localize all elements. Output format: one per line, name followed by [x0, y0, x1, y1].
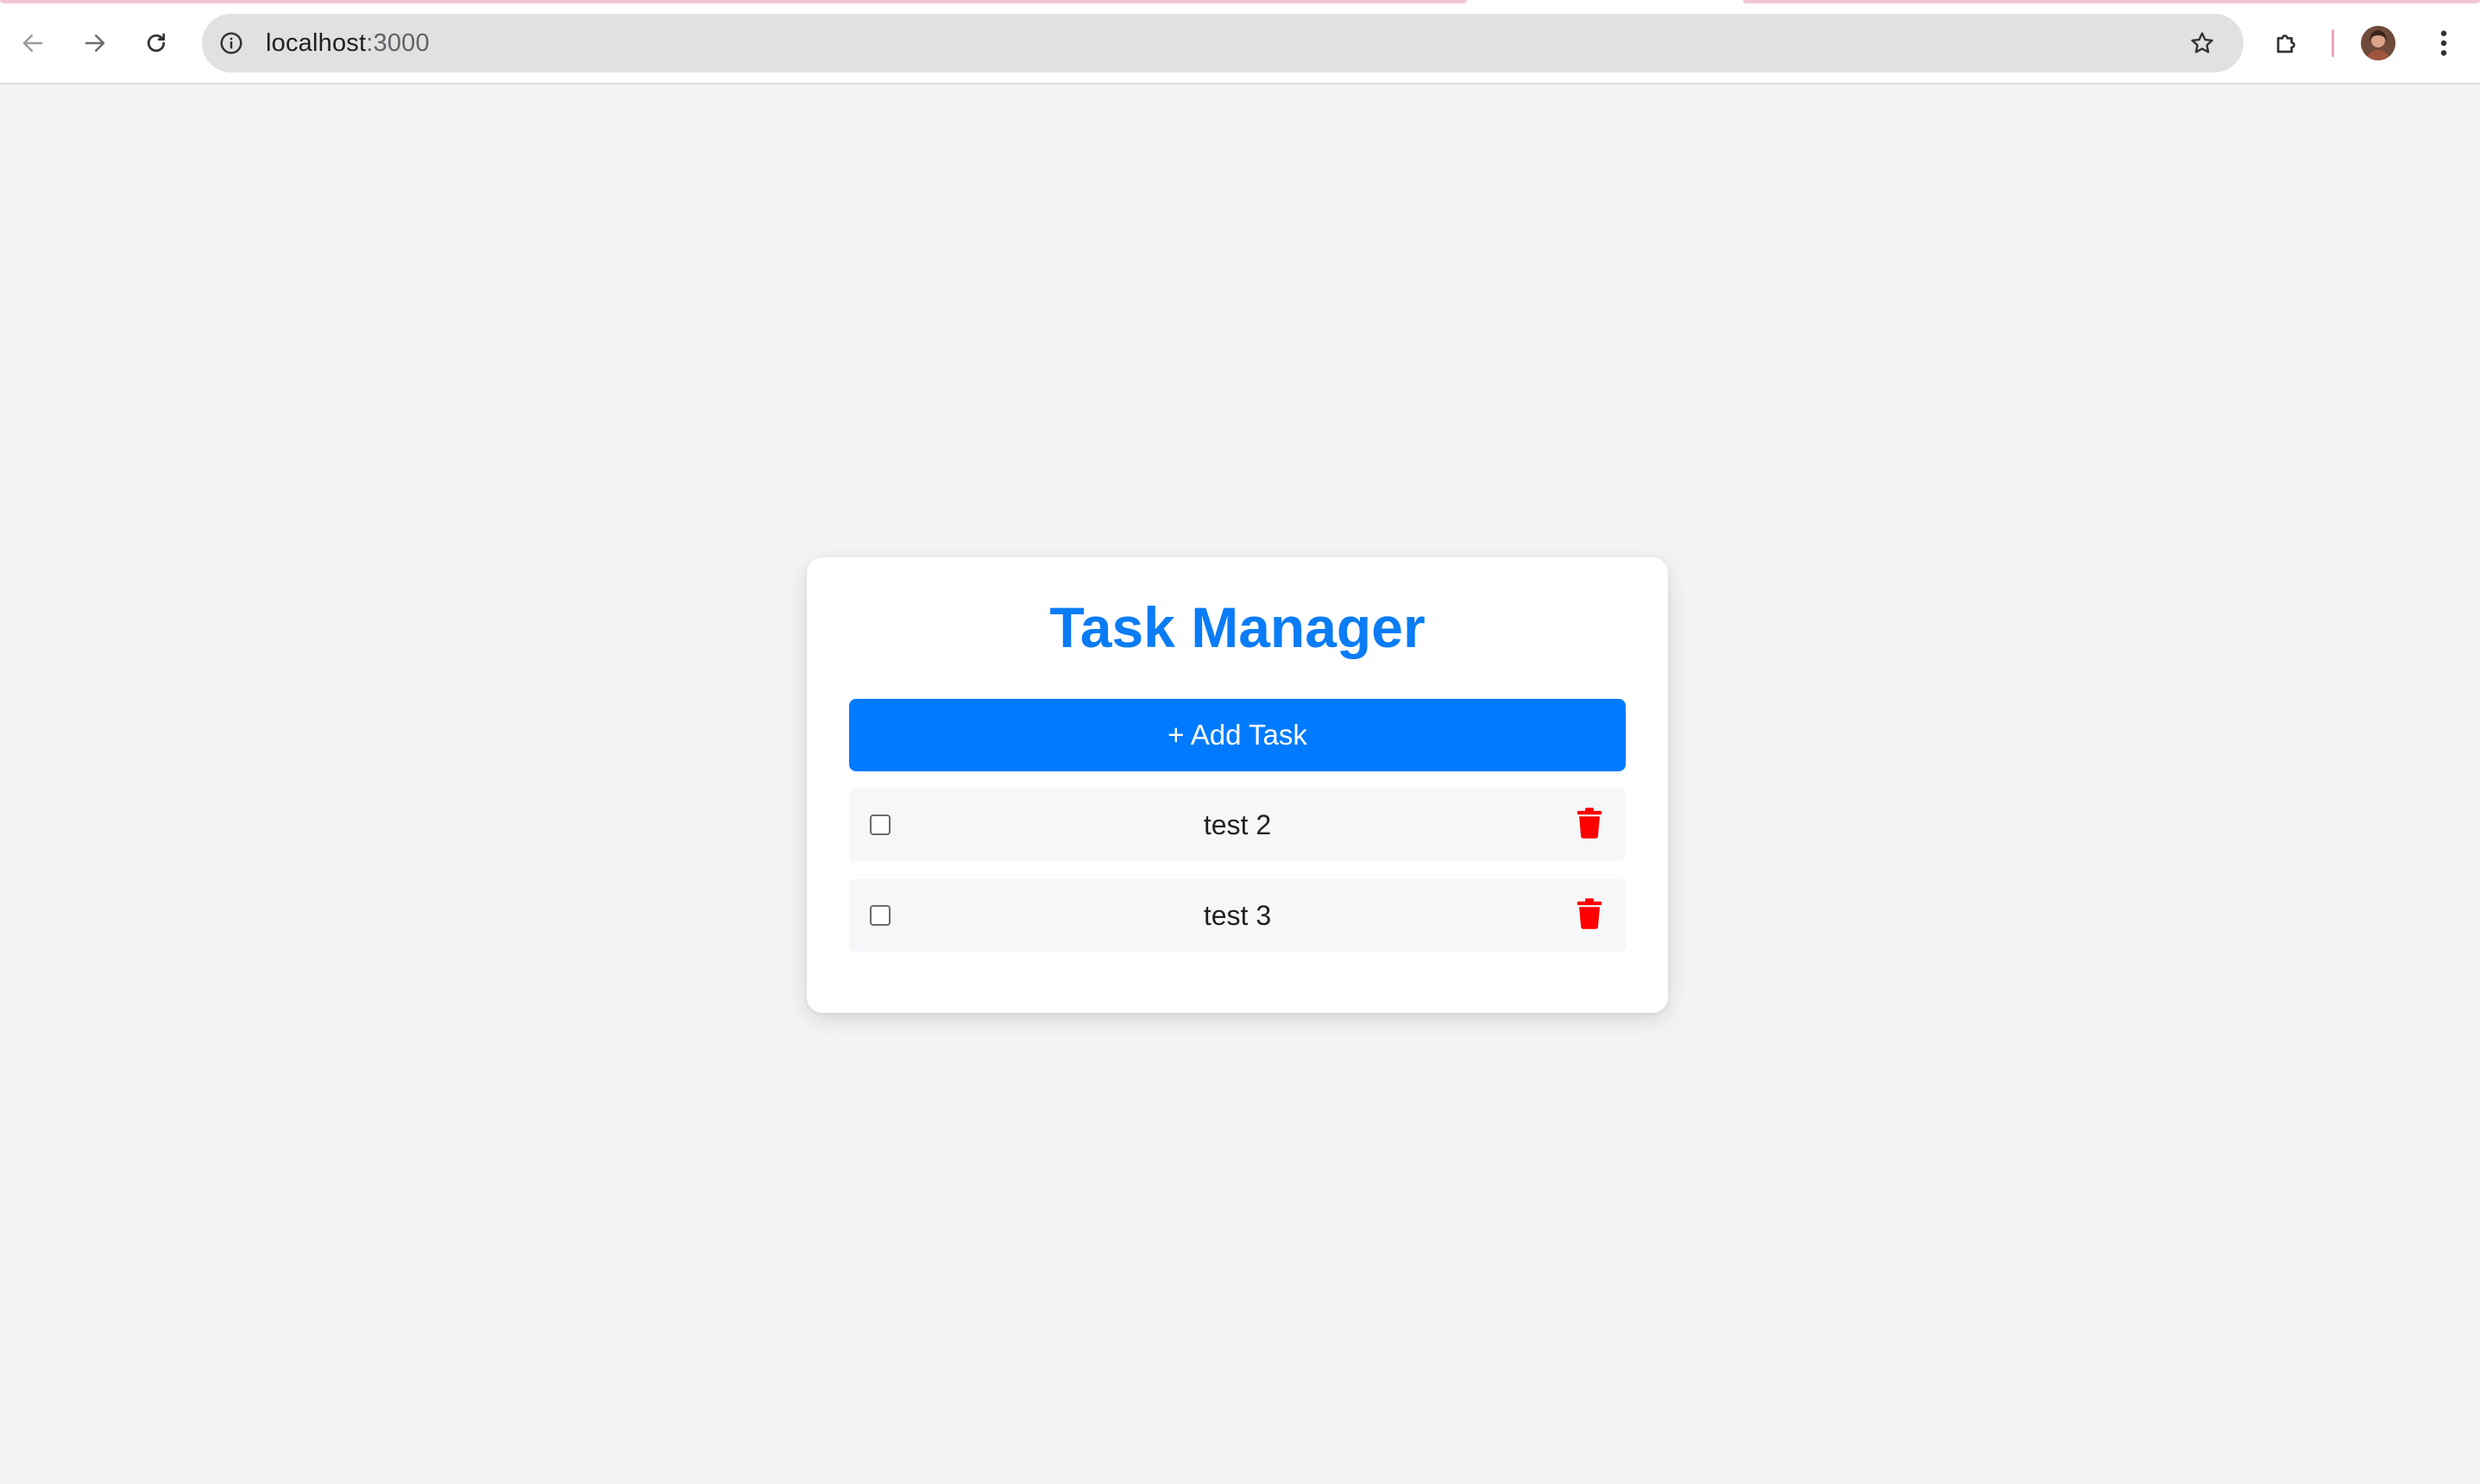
toolbar-divider [2332, 29, 2334, 57]
forward-button[interactable] [74, 22, 116, 64]
tab-strip-edge [1743, 0, 2480, 3]
delete-task-button[interactable] [1572, 807, 1607, 844]
back-button[interactable] [12, 22, 54, 64]
url-port: :3000 [366, 29, 430, 57]
task-manager-card: Task Manager + Add Task test 2 test 3 [807, 557, 1668, 1013]
address-bar[interactable]: localhost:3000 [202, 14, 2244, 72]
add-task-button[interactable]: + Add Task [849, 699, 1626, 771]
arrow-right-icon [82, 30, 108, 56]
trash-icon [1575, 897, 1604, 934]
task-label: test 2 [1203, 809, 1272, 840]
reload-button[interactable] [135, 22, 177, 64]
url-host: localhost [266, 29, 367, 57]
page-title: Task Manager [1049, 595, 1426, 659]
trash-icon [1575, 807, 1604, 844]
star-icon[interactable] [2185, 26, 2219, 60]
task-row: test 2 [849, 789, 1626, 861]
tab-strip-edge [0, 0, 1467, 3]
url-text[interactable]: localhost:3000 [266, 14, 430, 72]
task-row: test 3 [849, 879, 1626, 952]
delete-task-button[interactable] [1572, 897, 1607, 934]
task-checkbox[interactable] [870, 905, 891, 926]
profile-avatar[interactable] [2361, 26, 2395, 60]
arrow-left-icon [20, 30, 46, 56]
puzzle-icon[interactable] [2266, 22, 2307, 64]
reload-icon [143, 30, 169, 56]
info-icon[interactable] [216, 28, 247, 59]
kebab-menu-icon[interactable] [2423, 22, 2464, 64]
task-label: test 3 [1203, 900, 1272, 931]
task-checkbox[interactable] [870, 814, 891, 835]
browser-toolbar: localhost:3000 [0, 0, 2480, 85]
